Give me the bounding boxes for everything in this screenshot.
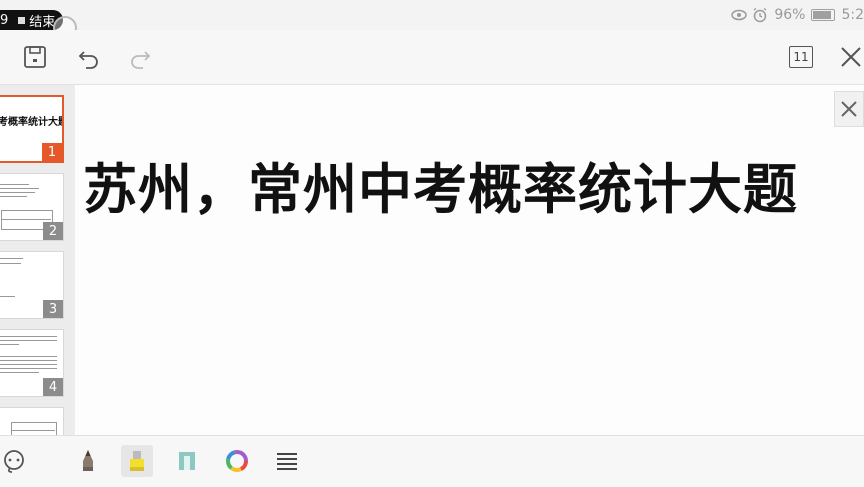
close-slide-icon[interactable] xyxy=(834,91,864,127)
thumbnail-title: 考概率统计大题 xyxy=(0,117,64,128)
slide-canvas[interactable]: 苏州，常州中考概率统计大题 xyxy=(75,85,864,435)
thumbnail-number: 2 xyxy=(43,222,63,240)
thumbnail-table xyxy=(11,422,57,435)
stop-icon xyxy=(18,16,26,24)
battery-icon xyxy=(811,9,836,21)
save-icon[interactable] xyxy=(20,42,50,72)
slide-count-button[interactable]: 11 xyxy=(786,42,816,72)
eraser-icon[interactable] xyxy=(171,445,203,477)
eye-icon xyxy=(731,9,748,21)
thumbnail-slide-4[interactable]: 4 xyxy=(0,329,64,397)
close-icon[interactable] xyxy=(836,42,864,72)
color-wheel-icon[interactable] xyxy=(221,445,253,477)
thumbnail-slide-5[interactable] xyxy=(0,407,64,435)
status-icons: 96% 5:2 xyxy=(731,6,864,24)
slide-thumbnails: 考概率统计大题 1 2 3 4 xyxy=(0,85,74,435)
highlighter-icon[interactable] xyxy=(121,445,153,477)
lasso-icon[interactable] xyxy=(0,445,30,477)
thumbnail-number: 3 xyxy=(43,300,63,318)
thumbnail-slide-1[interactable]: 考概率统计大题 1 xyxy=(0,95,64,163)
slide-count: 11 xyxy=(789,46,813,68)
menu-icon[interactable] xyxy=(271,445,303,477)
thumbnail-number: 1 xyxy=(42,143,62,161)
status-bar: 9 结束 96% 5:2 xyxy=(0,0,864,40)
thumbnail-slide-2[interactable]: 2 xyxy=(0,173,64,241)
recording-end-label[interactable]: 结束 xyxy=(29,11,55,30)
pen-icon[interactable] xyxy=(72,445,104,477)
alarm-icon xyxy=(753,7,767,23)
clock: 5:2 xyxy=(841,7,864,23)
redo-icon[interactable] xyxy=(125,42,155,72)
top-toolbar: 11 xyxy=(0,30,864,85)
undo-icon[interactable] xyxy=(74,42,104,72)
thumbnail-number: 4 xyxy=(43,378,63,396)
battery-percent: 96% xyxy=(774,7,806,23)
slide-title: 苏州，常州中考概率统计大题 xyxy=(83,158,798,221)
recording-time: 9 xyxy=(0,12,9,28)
bottom-toolbar xyxy=(0,435,864,487)
thumbnail-slide-3[interactable]: 3 xyxy=(0,251,64,319)
